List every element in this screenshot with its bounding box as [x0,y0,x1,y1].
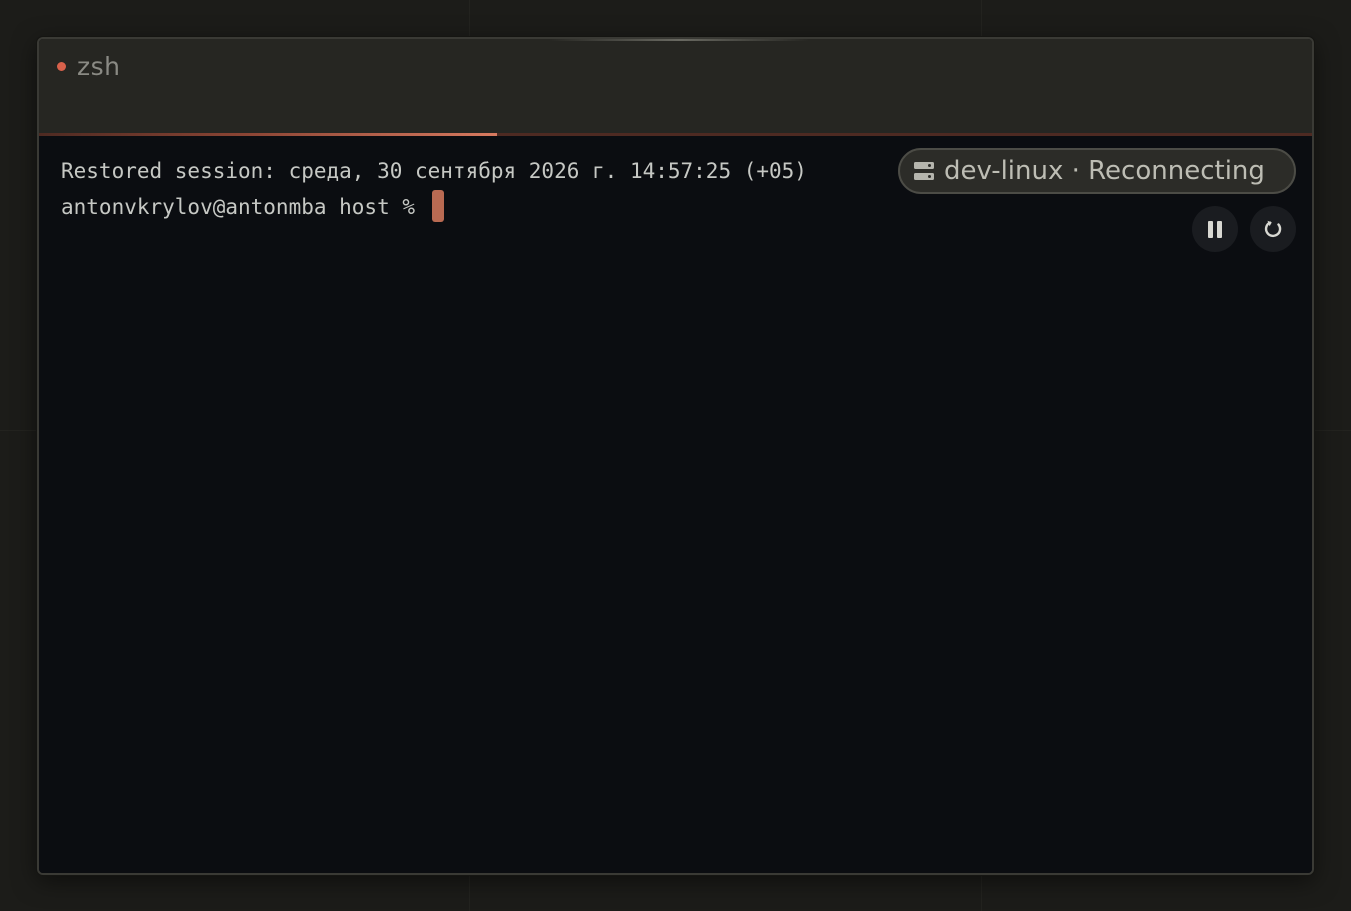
connection-status-label: dev-linux · Reconnecting [944,156,1265,186]
terminal-prompt: antonvkrylov@antonmba host % [61,195,428,219]
status-dot-icon [57,61,66,71]
titlebar: zsh [39,39,1312,134]
server-icon [914,162,934,180]
reload-button[interactable] [1250,206,1296,252]
pause-icon [1208,220,1222,238]
terminal-line-restored-session: Restored session: среда, 30 сентября 202… [61,159,807,183]
tab-zsh[interactable]: zsh [57,51,121,81]
reload-icon [1262,218,1284,240]
terminal-prompt-line: antonvkrylov@antonmba host % [61,190,444,224]
pause-button[interactable] [1192,206,1238,252]
connection-status-pill[interactable]: dev-linux · Reconnecting [898,148,1296,194]
terminal-window: zsh Restored session: среда, 30 сентября… [37,37,1314,875]
terminal-output[interactable]: Restored session: среда, 30 сентября 202… [39,136,1312,873]
terminal-cursor [431,190,444,222]
tab-title: zsh [77,51,121,81]
titlebar-highlight [549,39,809,41]
